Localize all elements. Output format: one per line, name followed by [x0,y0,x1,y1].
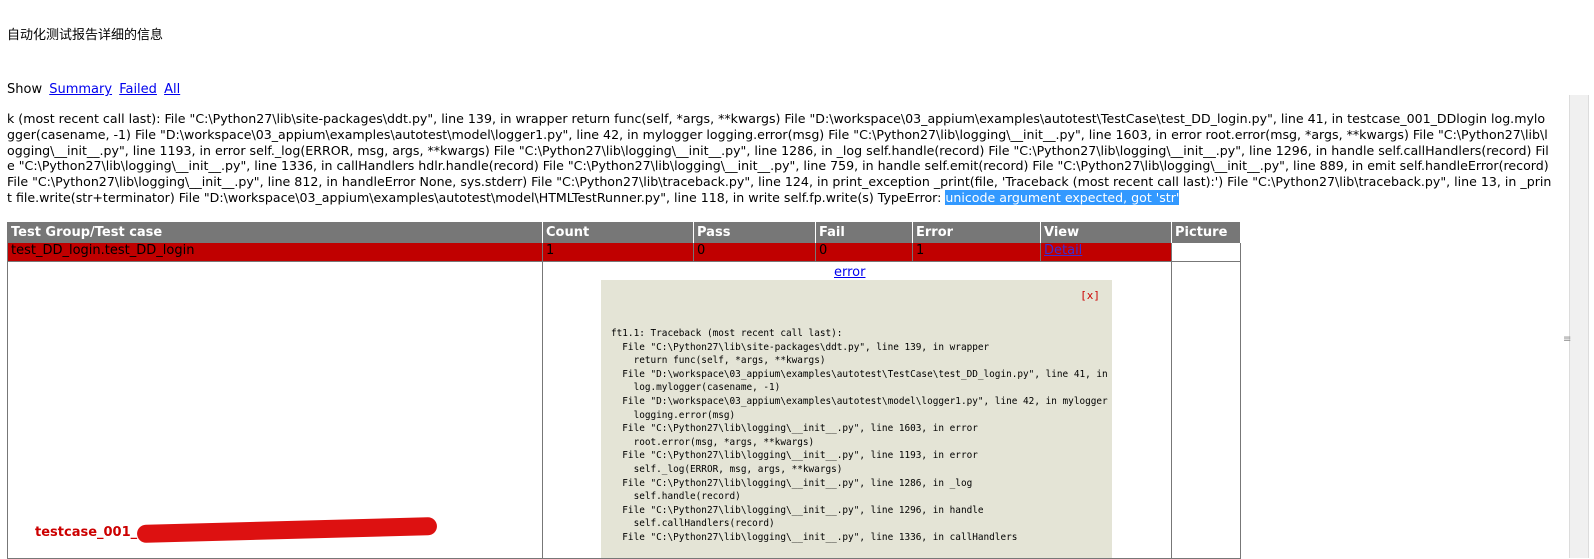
testcase-name: testcase_001_ [35,525,138,540]
header-fail: Fail [815,222,913,243]
traceback-line: self.callHandlers(record) [633,518,775,530]
detail-name-cell [7,261,543,559]
vertical-scrollbar[interactable]: ≡ [1561,0,1594,558]
traceback-line: File "C:\Python27\lib\site-packages\ddt.… [622,341,990,353]
traceback-line: File "D:\workspace\03_appium\examples\au… [622,395,1108,407]
scrollbar-track[interactable] [1569,95,1589,558]
error-message-text: k (most recent call last): File "C:\Pyth… [7,111,1552,205]
error-message-selected: unicode argument expected, got 'str' [945,189,1180,205]
cell-pass: 0 [693,242,816,262]
header-picture: Picture [1171,222,1241,243]
error-toggle-link[interactable]: error [834,265,865,280]
traceback-text: ft1.1: Traceback (most recent call last)… [611,327,1112,545]
traceback-line: File "C:\Python27\lib\logging\__init__.p… [622,504,984,516]
traceback-line: File "C:\Python27\lib\logging\__init__.p… [622,423,978,435]
filter-failed-link[interactable]: Failed [119,82,157,97]
header-count: Count [542,222,694,243]
header-error: Error [912,222,1041,243]
error-message: k (most recent call last): File "C:\Pyth… [7,111,1552,206]
traceback-line: root.error(msg, *args, **kwargs) [633,436,815,448]
show-label: Show [7,82,43,97]
page-heading: 自动化测试报告详细的信息 [7,28,164,43]
traceback-line: File "C:\Python27\lib\logging\__init__.p… [622,477,973,489]
scrollbar-grip-icon: ≡ [1563,334,1572,345]
detail-picture-cell [1171,261,1241,559]
header-pass: Pass [693,222,816,243]
table-row: test_DD_login.test_DD_login 1 0 0 1 Deta… [7,242,1241,262]
cell-view: Detail [1040,242,1172,262]
traceback-line: self._log(ERROR, msg, args, **kwargs) [633,463,843,475]
cell-picture [1171,242,1241,262]
detail-link[interactable]: Detail [1044,243,1082,258]
cell-fail: 0 [815,242,913,262]
filter-summary-link[interactable]: Summary [49,82,112,97]
traceback-line: return func(self, *args, **kwargs) [633,355,826,367]
traceback-line: File "C:\Python27\lib\logging\__init__.p… [622,531,1018,543]
header-view: View [1040,222,1172,243]
traceback-line: logging.error(msg) [633,409,736,421]
traceback-line: self.handle(record) [633,491,741,503]
header-test-group: Test Group/Test case [7,222,543,243]
traceback-line: File "C:\Python27\lib\logging\__init__.p… [622,450,978,462]
traceback-popup: [x] ft1.1: Traceback (most recent call l… [601,280,1112,558]
cell-group: test_DD_login.test_DD_login [7,242,543,262]
cell-error: 1 [912,242,1041,262]
cell-count: 1 [542,242,694,262]
table-header-row: Test Group/Test case Count Pass Fail Err… [7,222,1241,243]
traceback-line: ft1.1: Traceback (most recent call last)… [611,328,843,339]
traceback-line: File "D:\workspace\03_appium\examples\au… [622,368,1108,380]
traceback-line: log.mylogger(casename, -1) [633,382,781,394]
filter-all-link[interactable]: All [164,82,180,97]
filter-bar: Show Summary Failed All [7,82,180,97]
close-popup-button[interactable]: [x] [1080,289,1100,302]
